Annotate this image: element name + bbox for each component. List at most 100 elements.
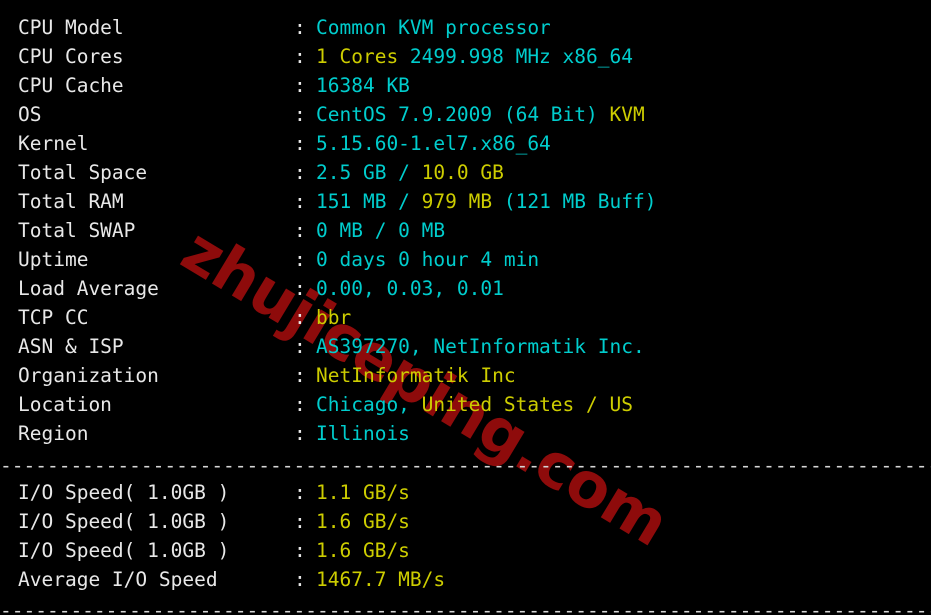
system-info-value-segment: AS397270, NetInformatik Inc. xyxy=(316,335,645,358)
system-info-row: OS: CentOS 7.9.2009 (64 Bit) KVM xyxy=(0,100,931,129)
system-info-block: CPU Model: Common KVM processor CPU Cores:… xyxy=(0,13,931,448)
system-info-value: 16384 KB xyxy=(316,71,410,100)
system-info-value: 0 MB / 0 MB xyxy=(316,216,445,245)
system-info-label: Kernel xyxy=(18,132,89,155)
colon-separator: : xyxy=(294,74,306,97)
system-info-value: NetInformatik Inc xyxy=(316,361,516,390)
system-info-label: Uptime xyxy=(18,248,89,271)
io-speed-row: I/O Speed( 1.0GB ):1.1 GB/s xyxy=(0,478,931,507)
system-info-label: CPU Cache xyxy=(18,74,124,97)
io-speed-value: 1467.7 MB/s xyxy=(316,565,445,594)
io-speed-label: Average I/O Speed xyxy=(18,568,218,591)
colon-separator: : xyxy=(294,161,306,184)
io-speed-value-segment: 1.6 GB/s xyxy=(316,539,410,562)
system-info-value-segment: United States / US xyxy=(421,393,633,416)
system-info-value-segment: 979 MB xyxy=(421,190,504,213)
system-info-value-segment: 151 MB / xyxy=(316,190,422,213)
separator-rule-bottom: ----------------------------------------… xyxy=(0,599,931,615)
terminal-window[interactable]: zhujiceping.com ------------------------… xyxy=(0,0,931,615)
system-info-row: CPU Cores:1 Cores 2499.998 MHz x86_64 xyxy=(0,42,931,71)
system-info-label: Organization xyxy=(18,364,159,387)
io-speed-value: 1.1 GB/s xyxy=(316,478,410,507)
system-info-row: Total RAM:151 MB / 979 MB (121 MB Buff) xyxy=(0,187,931,216)
system-info-label: ASN & ISP xyxy=(18,335,124,358)
colon-separator: : xyxy=(294,190,306,213)
system-info-value-segment: 5.15.60-1.el7.x86_64 xyxy=(316,132,551,155)
system-info-row: Load Average:0.00, 0.03, 0.01 xyxy=(0,274,931,303)
io-speed-label: I/O Speed( 1.0GB ) xyxy=(18,481,230,504)
system-info-value: Illinois xyxy=(316,419,410,448)
colon-separator: : xyxy=(294,306,306,329)
system-info-label: Region xyxy=(18,422,89,445)
system-info-label: Location xyxy=(18,393,112,416)
system-info-row: CPU Cache:16384 KB xyxy=(0,71,931,100)
system-info-row: Location: Chicago, United States / US xyxy=(0,390,931,419)
colon-separator: : xyxy=(294,539,306,562)
system-info-row: Total Space:2.5 GB / 10.0 GB xyxy=(0,158,931,187)
io-speed-label: I/O Speed( 1.0GB ) xyxy=(18,510,230,533)
colon-separator: : xyxy=(294,45,306,68)
colon-separator: : xyxy=(294,510,306,533)
io-speed-row: Average I/O Speed:1467.7 MB/s xyxy=(0,565,931,594)
system-info-row: Region: Illinois xyxy=(0,419,931,448)
system-info-value: bbr xyxy=(316,303,351,332)
system-info-value-segment: bbr xyxy=(316,306,352,329)
system-info-label: CPU Model xyxy=(18,16,124,39)
system-info-value-segment: (121 MB Buff) xyxy=(503,190,657,213)
system-info-label: Load Average xyxy=(18,277,159,300)
separator-rule-top: ----------------------------------------… xyxy=(0,0,931,9)
system-info-value: CentOS 7.9.2009 (64 Bit) KVM xyxy=(316,100,645,129)
system-info-value-segment: 2.5 GB / xyxy=(316,161,422,184)
system-info-value-segment: Chicago, xyxy=(316,393,422,416)
system-info-value-segment: 10.0 GB xyxy=(421,161,504,184)
system-info-label: Total SWAP xyxy=(18,219,136,242)
system-info-row: Uptime:0 days 0 hour 4 min xyxy=(0,245,931,274)
colon-separator: : xyxy=(294,335,306,358)
system-info-value-segment: 0 days 0 hour 4 min xyxy=(316,248,540,271)
system-info-row: Organization: NetInformatik Inc xyxy=(0,361,931,390)
io-speed-value: 1.6 GB/s xyxy=(316,536,410,565)
system-info-value-segment: Common KVM processor xyxy=(316,16,551,39)
colon-separator: : xyxy=(294,248,306,271)
io-speed-value-segment: 1467.7 MB/s xyxy=(316,568,446,591)
system-info-value-segment: CentOS 7.9.2009 (64 Bit) xyxy=(316,103,610,126)
colon-separator: : xyxy=(294,103,306,126)
system-info-value: 151 MB / 979 MB (121 MB Buff) xyxy=(316,187,656,216)
io-speed-value: 1.6 GB/s xyxy=(316,507,410,536)
system-info-label: TCP CC xyxy=(18,306,89,329)
system-info-value-segment: 1 Cores xyxy=(316,45,410,68)
io-speed-row: I/O Speed( 1.0GB ):1.6 GB/s xyxy=(0,507,931,536)
system-info-value-segment: Illinois xyxy=(316,422,410,445)
colon-separator: : xyxy=(294,568,306,591)
io-speed-row: I/O Speed( 1.0GB ):1.6 GB/s xyxy=(0,536,931,565)
system-info-value: 2.5 GB / 10.0 GB xyxy=(316,158,504,187)
system-info-value-segment: 0.00, 0.03, 0.01 xyxy=(316,277,504,300)
system-info-label: OS xyxy=(18,103,42,126)
system-info-value-segment: 2499.998 MHz x86_64 xyxy=(409,45,633,68)
system-info-value-segment: KVM xyxy=(609,103,645,126)
system-info-value: Common KVM processor xyxy=(316,13,551,42)
system-info-label: Total RAM xyxy=(18,190,124,213)
system-info-value: 0 days 0 hour 4 min xyxy=(316,245,539,274)
system-info-row: TCP CC: bbr xyxy=(0,303,931,332)
system-info-row: CPU Model: Common KVM processor xyxy=(0,13,931,42)
system-info-value: 5.15.60-1.el7.x86_64 xyxy=(316,129,551,158)
system-info-value: 1 Cores 2499.998 MHz x86_64 xyxy=(316,42,633,71)
colon-separator: : xyxy=(294,422,306,445)
colon-separator: : xyxy=(294,364,306,387)
colon-separator: : xyxy=(294,277,306,300)
system-info-value: Chicago, United States / US xyxy=(316,390,633,419)
system-info-value: 0.00, 0.03, 0.01 xyxy=(316,274,504,303)
system-info-value-segment: 16384 KB xyxy=(316,74,410,97)
colon-separator: : xyxy=(294,481,306,504)
system-info-row: Kernel:5.15.60-1.el7.x86_64 xyxy=(0,129,931,158)
colon-separator: : xyxy=(294,132,306,155)
separator-rule-middle: ----------------------------------------… xyxy=(0,454,931,477)
system-info-label: Total Space xyxy=(18,161,148,184)
system-info-value-segment: 0 MB / 0 MB xyxy=(316,219,446,242)
io-speed-label: I/O Speed( 1.0GB ) xyxy=(18,539,230,562)
colon-separator: : xyxy=(294,393,306,416)
system-info-row: Total SWAP:0 MB / 0 MB xyxy=(0,216,931,245)
system-info-label: CPU Cores xyxy=(18,45,124,68)
system-info-row: ASN & ISP: AS397270, NetInformatik Inc. xyxy=(0,332,931,361)
